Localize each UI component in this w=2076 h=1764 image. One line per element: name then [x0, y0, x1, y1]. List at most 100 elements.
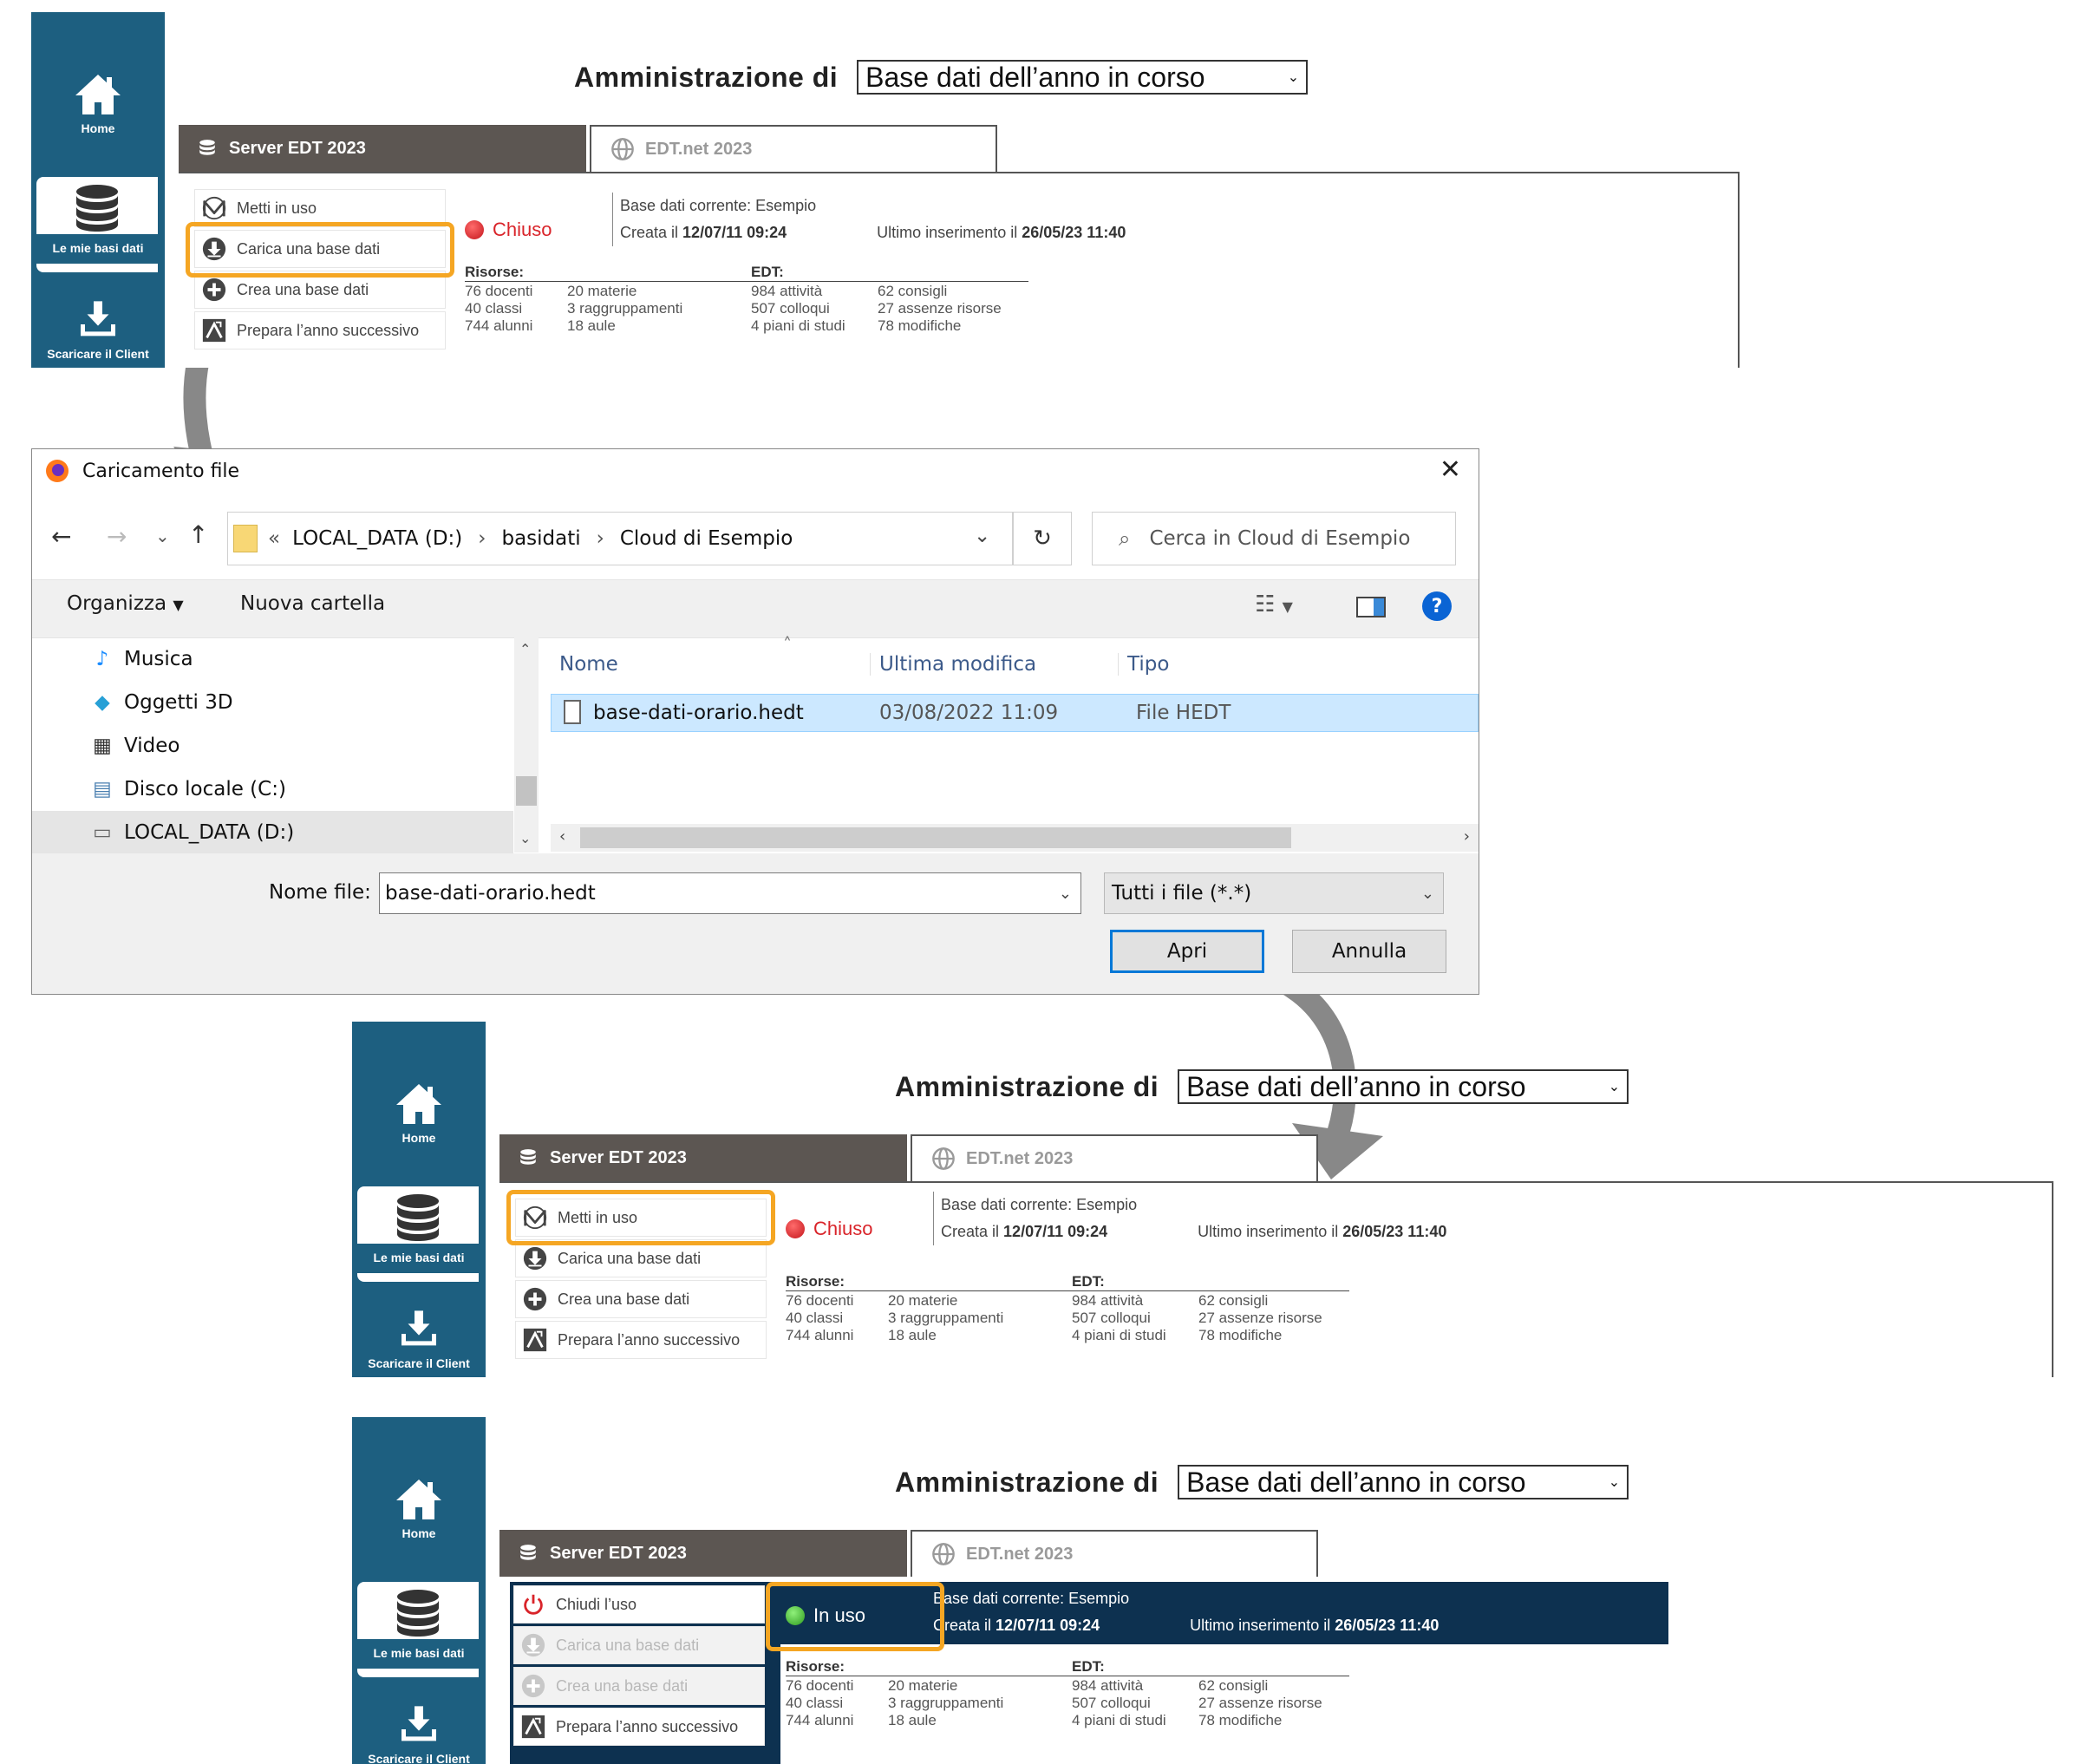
column-ultima-modifica[interactable]: Ultima modifica — [870, 653, 1036, 676]
firefox-icon — [46, 460, 69, 482]
home-icon — [393, 1474, 445, 1526]
search-input[interactable]: ⌕ Cerca in Cloud di Esempio — [1092, 512, 1456, 565]
admin-label: Amministrazione di — [895, 1466, 1159, 1498]
edt-panel-2: Home Le mie basi dati Scaricare il Clien… — [352, 1022, 2053, 1377]
status-indicator: Chiuso — [786, 1218, 872, 1240]
new-folder-button[interactable]: Nuova cartella — [240, 592, 385, 615]
file-hscrollbar[interactable]: ‹ › — [551, 824, 1479, 852]
nav-item-video[interactable]: ▦ Video — [32, 724, 513, 768]
sidebar-item-home[interactable]: Home — [31, 69, 165, 135]
highlight-in-uso — [766, 1582, 944, 1651]
metti-in-uso-icon — [201, 195, 227, 221]
plus-icon — [520, 1673, 546, 1699]
file-row[interactable]: base-dati-orario.hedt 03/08/2022 11:09 F… — [551, 694, 1479, 732]
back-icon[interactable]: ← — [51, 522, 71, 551]
highlight-metti-in-uso — [506, 1190, 775, 1245]
stats-resources: Risorse: 76 docenti 40 classi 744 alunni 2… — [465, 264, 751, 334]
download-icon — [397, 1703, 441, 1747]
action-crea-base-dati[interactable]: Crea una base dati — [513, 1667, 765, 1705]
column-nome[interactable]: Nome — [559, 653, 618, 676]
highlight-carica-base-dati — [186, 222, 454, 278]
action-chiudi-uso[interactable]: Chiudi l’uso — [513, 1585, 765, 1624]
chevron-down-icon[interactable]: ⌄ — [1059, 885, 1072, 903]
stats-edt: EDT: 984 attività 507 colloqui 4 piani di … — [751, 264, 1028, 334]
help-icon[interactable]: ? — [1422, 591, 1452, 621]
database-select[interactable]: Base dati dell’anno in corso ⌄ — [1178, 1465, 1629, 1499]
action-crea-base-dati[interactable]: Crea una base dati — [515, 1280, 767, 1318]
sidebar-item-databases[interactable]: Le mie basi dati — [352, 1582, 486, 1677]
sidebar-item-home[interactable]: Home — [352, 1079, 486, 1145]
nav-item-disco-c[interactable]: ▤ Disco locale (C:) — [32, 768, 513, 811]
db-info: Base dati corrente: Esempio Creata il 12… — [933, 1585, 1661, 1639]
nav-item-oggetti-3d[interactable]: ◆ Oggetti 3D — [32, 681, 513, 724]
tab-server-edt[interactable]: Server EDT 2023 — [499, 1134, 907, 1181]
action-prepara-anno[interactable]: Prepara l’anno successivo — [513, 1708, 765, 1746]
nav-item-local-data[interactable]: ▭ LOCAL_DATA (D:) — [32, 811, 513, 854]
view-options-icon[interactable]: ☷ ▼ — [1255, 591, 1293, 617]
sidebar-item-download[interactable]: Scaricare il Client — [352, 1703, 486, 1764]
tab-server-edt[interactable]: Server EDT 2023 — [179, 125, 586, 172]
drive-c-icon: ▤ — [93, 778, 112, 800]
nav-item-musica[interactable]: ♪ Musica — [32, 637, 513, 681]
filename-input[interactable]: base-dati-orario.hedt ⌄ — [379, 872, 1081, 914]
nav-scrollbar[interactable]: ⌃ ⌄ — [514, 637, 539, 853]
breadcrumb-drive[interactable]: LOCAL_DATA (D:) — [292, 527, 462, 550]
database-select[interactable]: Base dati dell’anno in corso ⌄ — [857, 60, 1309, 95]
dialog-title: Caricamento file — [44, 458, 239, 484]
globe-icon — [931, 1147, 956, 1171]
breadcrumb-current[interactable]: Cloud di Esempio — [620, 527, 793, 550]
drive-d-icon: ▭ — [93, 821, 112, 844]
sidebar: Home Le mie basi dati Scaricare il Clien… — [31, 12, 165, 368]
stats-edt: EDT: 984 attività 507 colloqui 4 piani di … — [1072, 1658, 1349, 1728]
sidebar-item-home[interactable]: Home — [352, 1474, 486, 1540]
tab-server-edt[interactable]: Server EDT 2023 — [499, 1530, 907, 1577]
database-icon — [392, 1192, 444, 1244]
preview-pane-icon[interactable] — [1356, 597, 1386, 617]
action-carica-base-dati[interactable]: Carica una base dati — [513, 1626, 765, 1664]
cancel-button[interactable]: Annulla — [1292, 930, 1446, 973]
column-tipo[interactable]: Tipo — [1118, 653, 1169, 676]
search-icon: ⌕ — [1119, 526, 1131, 551]
admin-row: Amministrazione di Base dati dell’anno i… — [895, 1069, 1629, 1104]
status-dot-icon — [465, 220, 484, 239]
sidebar-item-download[interactable]: Scaricare il Client — [31, 298, 165, 361]
filetype-select[interactable]: Tutti i file (*.*) ⌄ — [1104, 872, 1444, 914]
open-button[interactable]: Apri — [1110, 930, 1264, 973]
sidebar-item-databases[interactable]: Le mie basi dati — [31, 177, 165, 272]
database-icon — [198, 139, 217, 158]
download-icon — [397, 1308, 441, 1351]
tab-edt-net[interactable]: EDT.net 2023 — [911, 1530, 1318, 1577]
admin-row: Amministrazione di Base dati dell’anno i… — [895, 1465, 1629, 1499]
sidebar-item-databases[interactable]: Le mie basi dati — [352, 1186, 486, 1282]
chevron-down-icon[interactable]: ⌄ — [974, 525, 990, 547]
refresh-button[interactable]: ↻ — [1013, 512, 1072, 565]
tab-edt-net[interactable]: EDT.net 2023 — [590, 125, 997, 172]
edt-panel-3: Home Le mie basi dati Scaricare il Clien… — [352, 1417, 1696, 1764]
stats-resources: Risorse: 76 docenti 40 classi 744 alunni 2… — [786, 1273, 1072, 1343]
sidebar: Home Le mie basi dati Scaricare il Clien… — [352, 1022, 486, 1377]
status-dot-icon — [786, 1219, 805, 1238]
plus-icon — [201, 277, 227, 303]
sidebar-item-download[interactable]: Scaricare il Client — [352, 1308, 486, 1370]
action-prepara-anno[interactable]: Prepara l’anno successivo — [515, 1321, 767, 1359]
up-icon[interactable]: ↑ — [188, 520, 208, 549]
organize-menu[interactable]: Organizza ▼ — [67, 592, 184, 615]
database-icon — [392, 1587, 444, 1639]
caret-down-icon: ▼ — [173, 597, 184, 613]
tab-edt-net[interactable]: EDT.net 2023 — [911, 1134, 1318, 1181]
prepare-year-icon — [201, 317, 227, 343]
address-bar[interactable]: « LOCAL_DATA (D:) › basidati › Cloud di … — [227, 512, 1013, 565]
forward-icon[interactable]: → — [107, 522, 127, 551]
admin-row: Amministrazione di Base dati dell’anno i… — [574, 60, 1309, 95]
edt-panel-1: Home Le mie basi dati Scaricare il Clien… — [31, 12, 1740, 368]
recent-dropdown-icon[interactable]: ⌄ — [155, 526, 170, 546]
close-icon[interactable]: ✕ — [1439, 454, 1461, 485]
action-prepara-anno[interactable]: Prepara l’anno successivo — [194, 311, 446, 350]
home-icon — [72, 69, 124, 121]
file-list: Nome ˄ Ultima modifica Tipo base-dati-or… — [551, 634, 1479, 853]
breadcrumb-folder[interactable]: basidati — [501, 527, 580, 550]
database-select[interactable]: Base dati dell’anno in corso ⌄ — [1178, 1069, 1629, 1104]
filename-label: Nome file: — [269, 881, 371, 904]
home-icon — [393, 1079, 445, 1131]
chevron-down-icon: ⌄ — [1287, 70, 1300, 85]
